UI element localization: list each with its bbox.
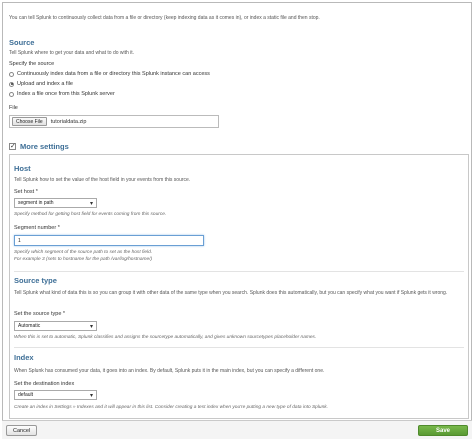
source-type-label: Set the source type * [14, 311, 66, 317]
footer-bar: Cancel Save [2, 420, 472, 439]
divider [14, 271, 464, 272]
more-settings-label: More settings [20, 142, 69, 151]
source-type-hint: When this is set to automatic, Splunk cl… [14, 335, 317, 340]
radio-continuous-label: Continuously index data from a file or d… [17, 71, 210, 77]
index-hint: Create an index in Settings » Indexes an… [14, 405, 328, 410]
index-description: When Splunk has consumed your data, it g… [14, 368, 325, 374]
file-label: File [9, 105, 18, 111]
segment-number-input[interactable]: 1 [14, 235, 204, 246]
cancel-button[interactable]: Cancel [6, 425, 38, 436]
source-type-value: Automatic [18, 323, 41, 329]
segment-hint-2: For example 3 (sets to hostname for the … [14, 257, 153, 262]
radio-upload-row[interactable]: Upload and index a file [9, 81, 73, 87]
segment-hint-1: Specify which segment of the source path… [14, 250, 153, 255]
source-type-select[interactable]: Automatic ▾ [14, 321, 97, 331]
radio-index-once-row[interactable]: Index a file once from this Splunk serve… [9, 91, 115, 97]
file-name: tutorialdata.zip [50, 118, 87, 125]
set-host-value: segment in path [18, 200, 54, 206]
chevron-down-icon: ▾ [89, 393, 93, 399]
divider [14, 347, 464, 348]
radio-continuous-row[interactable]: Continuously index data from a file or d… [9, 71, 210, 77]
radio-upload[interactable] [9, 81, 14, 87]
segment-number-label: Segment number * [14, 225, 60, 231]
more-settings-toggle[interactable]: ✓ More settings [9, 142, 69, 151]
set-host-hint: Specify method for getting host field fo… [14, 212, 167, 217]
chevron-down-icon: ▾ [89, 201, 93, 207]
destination-index-value: default [18, 392, 34, 398]
destination-index-select[interactable]: default ▾ [14, 390, 97, 400]
source-description: Tell Splunk where to get your data and w… [9, 50, 135, 56]
specify-source-label: Specify the source [9, 61, 55, 67]
save-button[interactable]: Save [418, 425, 468, 436]
set-host-label: Set host * [14, 189, 38, 195]
radio-upload-label: Upload and index a file [17, 81, 73, 87]
host-heading: Host [14, 164, 31, 173]
checkmark-icon[interactable]: ✓ [9, 143, 16, 150]
add-data-panel: You can tell Splunk to continuously coll… [2, 2, 472, 439]
radio-index-once-label: Index a file once from this Splunk serve… [17, 91, 115, 97]
radio-continuous[interactable] [9, 71, 14, 77]
destination-index-label: Set the destination index [14, 381, 75, 387]
file-input[interactable]: Choose File tutorialdata.zip [9, 115, 219, 128]
segment-number-value: 1 [18, 237, 21, 244]
index-heading: Index [14, 353, 34, 362]
radio-index-once[interactable] [9, 91, 14, 97]
choose-file-button[interactable]: Choose File [12, 117, 47, 126]
more-settings-panel: Host Tell Splunk how to set the value of… [9, 154, 469, 419]
source-heading: Source [9, 38, 35, 47]
source-type-heading: Source type [14, 276, 57, 285]
source-type-desc-1: Tell Splunk what kind of data this is so… [14, 290, 448, 296]
set-host-select[interactable]: segment in path ▾ [14, 198, 97, 208]
host-description: Tell Splunk how to set the value of the … [14, 177, 191, 183]
intro-text: You can tell Splunk to continuously coll… [9, 15, 320, 21]
chevron-down-icon: ▾ [89, 324, 93, 330]
